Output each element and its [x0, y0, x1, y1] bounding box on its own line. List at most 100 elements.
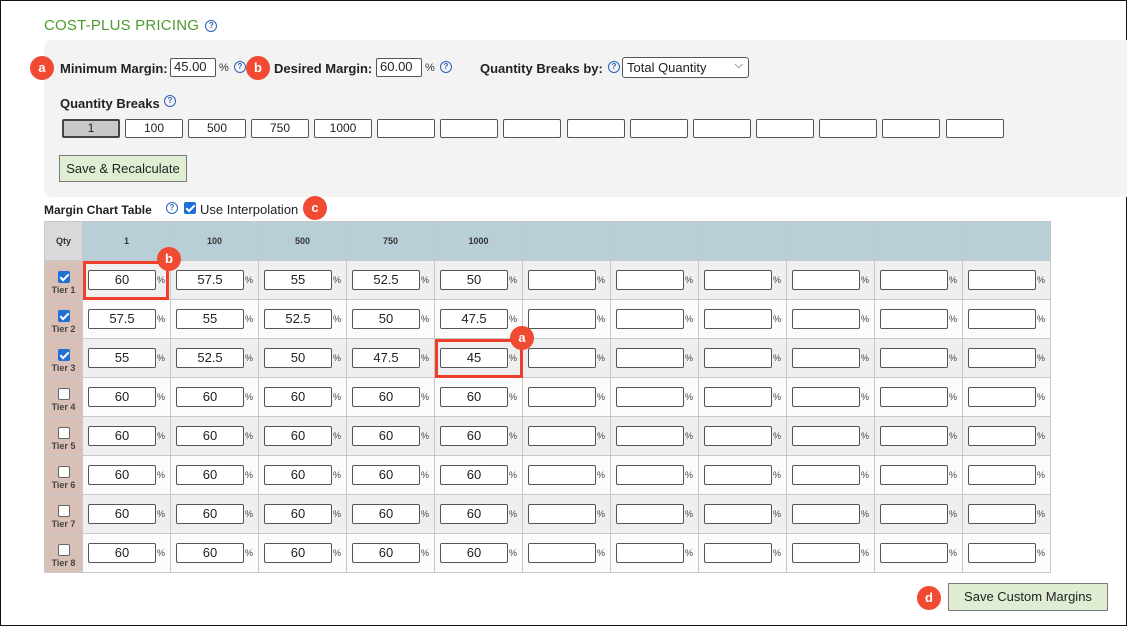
margin-input[interactable]: 57.5 — [88, 309, 156, 329]
margin-input[interactable]: 60 — [440, 426, 508, 446]
tier-checkbox[interactable] — [57, 466, 70, 478]
margin-input[interactable] — [704, 504, 772, 524]
help-icon[interactable]: ? — [205, 20, 218, 33]
margin-input[interactable] — [616, 465, 684, 485]
desired-margin-input[interactable]: 60.00 — [376, 58, 422, 77]
qty-break-input-4[interactable]: 750 — [251, 119, 309, 138]
margin-input[interactable] — [704, 270, 772, 290]
desired-margin-help-icon[interactable]: ? — [440, 61, 452, 73]
margin-input[interactable] — [616, 309, 684, 329]
tier-checkbox[interactable] — [57, 505, 70, 517]
margin-input[interactable]: 60 — [264, 504, 332, 524]
margin-input[interactable] — [792, 387, 860, 407]
margin-input[interactable] — [968, 465, 1036, 485]
margin-input[interactable] — [968, 309, 1036, 329]
margin-input[interactable]: 60 — [176, 465, 244, 485]
margin-input[interactable]: 52.5 — [264, 309, 332, 329]
margin-input[interactable] — [528, 426, 596, 446]
margin-input[interactable]: 50 — [440, 270, 508, 290]
margin-input[interactable] — [704, 465, 772, 485]
margin-input[interactable] — [616, 348, 684, 368]
margin-input[interactable]: 60 — [264, 426, 332, 446]
margin-input[interactable] — [616, 504, 684, 524]
margin-input[interactable]: 60 — [352, 543, 420, 563]
margin-input[interactable] — [792, 348, 860, 368]
margin-input[interactable]: 60 — [88, 504, 156, 524]
qty-break-input-6[interactable] — [377, 119, 435, 138]
qty-break-input-8[interactable] — [503, 119, 561, 138]
margin-input[interactable] — [880, 426, 948, 446]
margin-input[interactable] — [968, 504, 1036, 524]
margin-input[interactable] — [616, 543, 684, 563]
margin-input[interactable]: 60 — [264, 465, 332, 485]
margin-input[interactable] — [528, 387, 596, 407]
margin-input[interactable] — [968, 270, 1036, 290]
margin-input[interactable] — [880, 309, 948, 329]
qty-break-input-2[interactable]: 100 — [125, 119, 183, 138]
margin-input[interactable]: 50 — [352, 309, 420, 329]
save-recalculate-button[interactable]: Save & Recalculate — [59, 155, 187, 182]
margin-input[interactable]: 60 — [88, 543, 156, 563]
margin-input[interactable]: 60 — [440, 387, 508, 407]
qty-breaks-help-icon[interactable]: ? — [164, 95, 176, 107]
qty-break-input-15[interactable] — [946, 119, 1004, 138]
margin-input[interactable]: 52.5 — [352, 270, 420, 290]
qty-breaks-by-select[interactable]: Total Quantity ⌵ — [622, 57, 749, 78]
margin-input[interactable]: 60 — [352, 504, 420, 524]
margin-input[interactable]: 60 — [176, 504, 244, 524]
margin-input[interactable]: 60 — [176, 387, 244, 407]
tier-checkbox[interactable] — [57, 427, 70, 439]
qty-break-input-11[interactable] — [693, 119, 751, 138]
margin-input[interactable]: 60 — [176, 543, 244, 563]
margin-input[interactable] — [528, 309, 596, 329]
margin-input[interactable]: 60 — [352, 426, 420, 446]
margin-input[interactable] — [880, 387, 948, 407]
margin-input[interactable] — [880, 543, 948, 563]
margin-chart-help-icon[interactable]: ? — [166, 202, 178, 214]
margin-input[interactable]: 60 — [352, 465, 420, 485]
margin-input[interactable] — [792, 543, 860, 563]
margin-input[interactable] — [704, 348, 772, 368]
margin-input[interactable]: 60 — [440, 504, 508, 524]
qty-break-input-9[interactable] — [567, 119, 625, 138]
margin-input[interactable] — [880, 270, 948, 290]
margin-input[interactable] — [528, 504, 596, 524]
margin-input[interactable] — [704, 309, 772, 329]
tier-checkbox[interactable] — [57, 388, 70, 400]
interpolation-checkbox[interactable] — [184, 202, 196, 214]
margin-input[interactable] — [616, 426, 684, 446]
margin-input[interactable]: 60 — [440, 543, 508, 563]
margin-input[interactable] — [704, 543, 772, 563]
margin-input[interactable]: 60 — [176, 426, 244, 446]
margin-input[interactable] — [792, 426, 860, 446]
margin-input[interactable]: 60 — [440, 465, 508, 485]
margin-input[interactable]: 60 — [88, 426, 156, 446]
margin-input[interactable] — [880, 465, 948, 485]
save-custom-margins-button[interactable]: Save Custom Margins — [948, 583, 1108, 611]
margin-input[interactable]: 60 — [88, 387, 156, 407]
qty-break-input-1[interactable]: 1 — [62, 119, 120, 138]
margin-input[interactable] — [528, 348, 596, 368]
margin-input[interactable] — [880, 348, 948, 368]
qty-break-input-13[interactable] — [819, 119, 877, 138]
margin-input[interactable]: 47.5 — [352, 348, 420, 368]
margin-input[interactable]: 60 — [88, 465, 156, 485]
qty-breaks-by-help-icon[interactable]: ? — [608, 61, 620, 73]
margin-input[interactable] — [968, 348, 1036, 368]
margin-input[interactable] — [792, 270, 860, 290]
margin-input[interactable] — [528, 543, 596, 563]
margin-input[interactable] — [704, 426, 772, 446]
qty-break-input-7[interactable] — [440, 119, 498, 138]
margin-input[interactable]: 60 — [264, 543, 332, 563]
margin-input[interactable] — [968, 543, 1036, 563]
tier-checkbox[interactable] — [57, 310, 70, 322]
margin-input[interactable]: 52.5 — [176, 348, 244, 368]
qty-break-input-14[interactable] — [882, 119, 940, 138]
qty-break-input-12[interactable] — [756, 119, 814, 138]
margin-input[interactable] — [528, 465, 596, 485]
margin-input[interactable] — [880, 504, 948, 524]
margin-input[interactable] — [792, 504, 860, 524]
tier-checkbox[interactable] — [57, 544, 70, 556]
qty-break-input-10[interactable] — [630, 119, 688, 138]
margin-input[interactable] — [528, 270, 596, 290]
